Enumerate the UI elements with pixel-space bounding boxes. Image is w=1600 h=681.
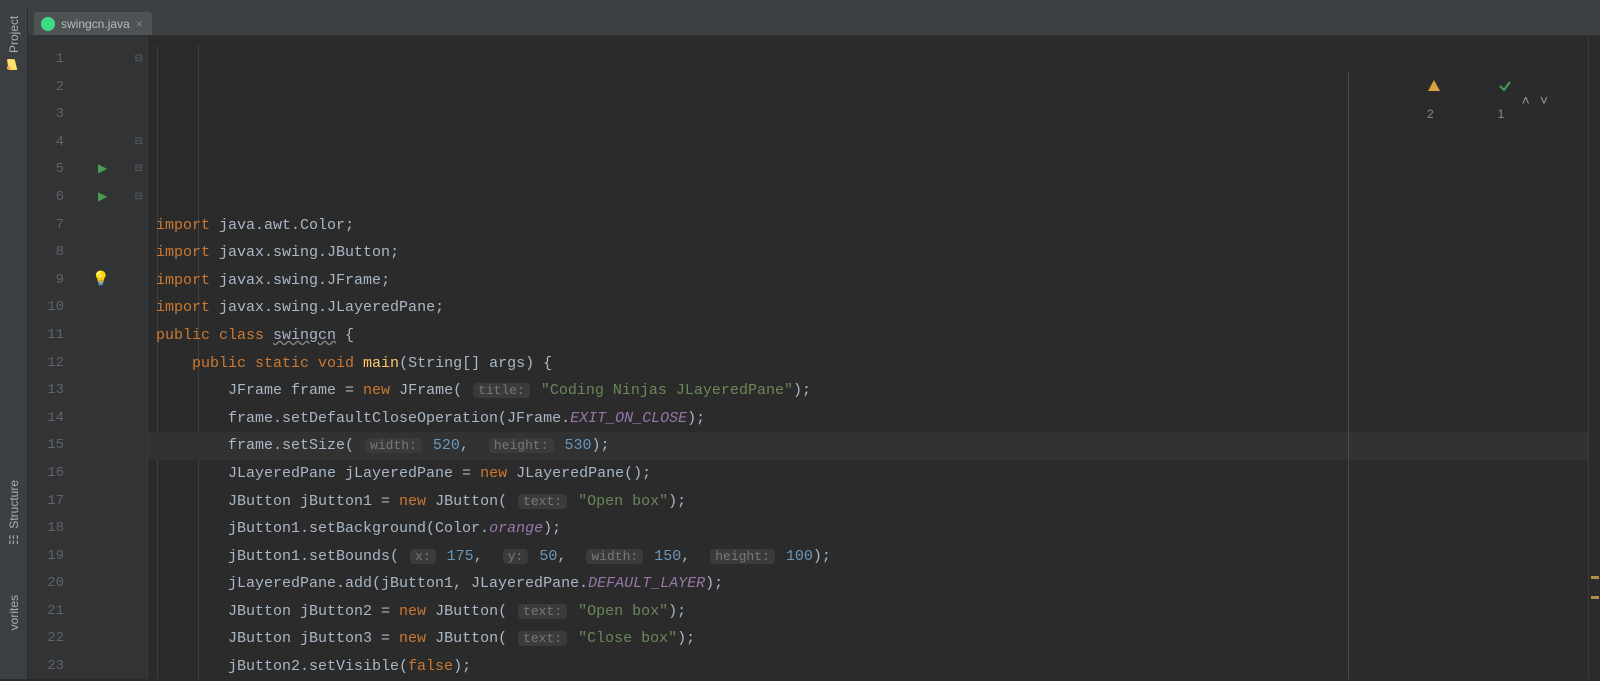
line-number[interactable]: 16 [28, 460, 72, 488]
line-number[interactable]: 22 [28, 625, 72, 653]
java-class-icon [41, 17, 55, 31]
editor-tab-bar: swingcn.java × [28, 8, 1600, 36]
structure-icon: ☷ [7, 533, 21, 547]
project-label: Project [7, 16, 21, 53]
line-number[interactable]: 11 [28, 322, 72, 350]
warning-mark[interactable] [1591, 576, 1599, 579]
error-stripe[interactable] [1588, 36, 1600, 679]
structure-toolwindow-button[interactable]: ☷ Structure [7, 476, 21, 551]
warning-icon[interactable]: 2 [1380, 46, 1441, 156]
inspections-widget[interactable]: 2 1 ˄ ˅ [1380, 46, 1548, 156]
line-number[interactable]: 9 [28, 267, 72, 295]
fold-minus-icon[interactable]: ⊟ [135, 156, 143, 184]
line-number[interactable]: 8 [28, 239, 72, 267]
line-number[interactable]: 13 [28, 377, 72, 405]
line-number[interactable]: 10 [28, 294, 72, 322]
line-number[interactable]: 4 [28, 129, 72, 157]
line-number[interactable]: 19 [28, 543, 72, 571]
line-number[interactable]: 2 [28, 74, 72, 102]
close-icon[interactable]: × [136, 17, 143, 31]
chevron-down-icon[interactable]: ˅ [1540, 87, 1548, 115]
fold-end-icon[interactable]: ⊟ [135, 129, 143, 157]
favorites-toolwindow-button[interactable]: vorites [7, 591, 21, 634]
left-tool-window-strip: 📁 Project ☷ Structure vorites [0, 8, 28, 679]
line-number[interactable]: 21 [28, 598, 72, 626]
fold-minus-icon[interactable]: ⊟ [135, 46, 143, 74]
line-number[interactable]: 23 [28, 653, 72, 681]
line-number[interactable]: 14 [28, 405, 72, 433]
line-number[interactable]: 1 [28, 46, 72, 74]
pass-icon[interactable]: 1 [1451, 46, 1512, 156]
chevron-up-icon[interactable]: ˄ [1522, 87, 1530, 115]
editor-tab[interactable]: swingcn.java × [34, 12, 152, 35]
pass-count: 1 [1498, 107, 1505, 121]
right-margin-guide [1348, 72, 1349, 679]
line-number[interactable]: 20 [28, 570, 72, 598]
project-toolwindow-button[interactable]: 📁 Project [7, 12, 21, 76]
line-number[interactable]: 18 [28, 515, 72, 543]
line-number[interactable]: 15 [28, 432, 72, 460]
folder-icon: 📁 [6, 58, 21, 72]
window-top-strip [0, 0, 1600, 8]
favorites-label: vorites [7, 595, 21, 630]
warning-count: 2 [1427, 107, 1434, 121]
line-number[interactable]: 7 [28, 212, 72, 240]
run-gutter-icon[interactable]: ▶ [98, 156, 107, 184]
line-number[interactable]: 17 [28, 488, 72, 516]
line-number[interactable]: 6 [28, 184, 72, 212]
warning-mark[interactable] [1591, 596, 1599, 599]
line-number[interactable]: 5 [28, 156, 72, 184]
line-number[interactable]: 12 [28, 350, 72, 378]
run-gutter-icon[interactable]: ▶ [98, 184, 107, 212]
structure-label: Structure [7, 480, 21, 529]
tab-filename: swingcn.java [61, 17, 130, 31]
editor-code-area[interactable]: 2 1 ˄ ˅ import java.awt.Color;import jav… [148, 36, 1588, 679]
fold-minus-icon[interactable]: ⊟ [135, 184, 143, 212]
line-number[interactable]: 3 [28, 101, 72, 129]
intention-bulb-icon[interactable]: 💡 [92, 267, 109, 295]
editor-gutter: 1⊟234⊟5▶⊟6▶⊟789💡101112131415161718192021… [28, 36, 148, 679]
